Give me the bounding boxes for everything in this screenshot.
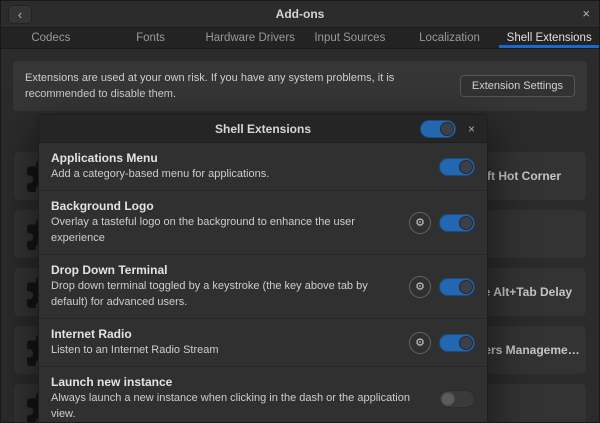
extension-name: Drop Down Terminal xyxy=(51,263,401,277)
warning-text: Extensions are used at your own risk. If… xyxy=(25,70,448,103)
extension-description: Overlay a tasteful logo on the backgroun… xyxy=(51,215,401,246)
row-text: Applications Menu Add a category-based m… xyxy=(51,151,431,182)
gear-icon: ⚙ xyxy=(415,337,425,349)
toggle-knob xyxy=(459,280,473,294)
extension-settings-button[interactable]: Extension Settings xyxy=(460,75,575,97)
toggle-knob xyxy=(459,216,473,230)
tab-label: Shell Extensions xyxy=(507,32,592,44)
tab-fonts[interactable]: Fonts xyxy=(101,28,201,48)
tab-shell-extensions[interactable]: Shell Extensions xyxy=(499,28,599,48)
gear-icon-button[interactable]: ⚙ xyxy=(409,332,431,354)
addons-window: ‹ Add-ons × Codecs Fonts Hardware Driver… xyxy=(0,0,600,423)
tab-hardware-drivers[interactable]: Hardware Drivers xyxy=(200,28,300,48)
extension-description: Drop down terminal toggled by a keystrok… xyxy=(51,279,401,310)
titlebar: ‹ Add-ons × xyxy=(1,1,599,28)
extension-row-launch-new-instance: Launch new instance Always launch a new … xyxy=(39,366,487,423)
extension-row-internet-radio: Internet Radio Listen to an Internet Rad… xyxy=(39,318,487,366)
gear-icon-button[interactable]: ⚙ xyxy=(409,276,431,298)
row-text: Internet Radio Listen to an Internet Rad… xyxy=(51,327,401,358)
row-toggle[interactable] xyxy=(439,278,475,296)
window-title: Add-ons xyxy=(276,7,325,21)
toggle-knob xyxy=(441,392,455,406)
dialog-master-toggle[interactable] xyxy=(420,120,456,138)
back-button[interactable]: ‹ xyxy=(8,5,32,24)
extension-description: Always launch a new instance when clicki… xyxy=(51,391,431,422)
extension-row-drop-down-terminal: Drop Down Terminal Drop down terminal to… xyxy=(39,254,487,318)
gear-icon-button[interactable]: ⚙ xyxy=(409,212,431,234)
extension-row-applications-menu: Applications Menu Add a category-based m… xyxy=(39,143,487,190)
extension-tile-name: ders Manageme… xyxy=(477,343,580,357)
extension-name: Background Logo xyxy=(51,199,401,213)
toggle-knob xyxy=(459,336,473,350)
row-toggle[interactable] xyxy=(439,158,475,176)
tab-codecs[interactable]: Codecs xyxy=(1,28,101,48)
extension-name: Applications Menu xyxy=(51,151,431,165)
row-toggle[interactable] xyxy=(439,334,475,352)
tab-localization[interactable]: Localization xyxy=(400,28,500,48)
extension-name: Internet Radio xyxy=(51,327,401,341)
row-toggle[interactable] xyxy=(439,390,475,408)
row-text: Launch new instance Always launch a new … xyxy=(51,375,431,422)
tab-label: Hardware Drivers xyxy=(205,32,294,44)
window-close-icon[interactable]: × xyxy=(582,7,590,21)
tab-label: Localization xyxy=(419,32,480,44)
tab-input-sources[interactable]: Input Sources xyxy=(300,28,400,48)
dialog-close-icon[interactable]: × xyxy=(468,123,475,135)
extensions-warning-banner: Extensions are used at your own risk. If… xyxy=(13,61,587,111)
toggle-knob xyxy=(459,160,473,174)
row-toggle[interactable] xyxy=(439,214,475,232)
back-chevron-icon: ‹ xyxy=(18,7,22,22)
extension-description: Listen to an Internet Radio Stream xyxy=(51,343,401,358)
gear-icon: ⚙ xyxy=(415,217,425,229)
extension-name: Launch new instance xyxy=(51,375,431,389)
gear-icon: ⚙ xyxy=(415,281,425,293)
tab-label: Codecs xyxy=(31,32,70,44)
extension-tile-name: ve Alt+Tab Delay xyxy=(477,285,572,299)
shell-extensions-dialog: Shell Extensions × Applications Menu Add… xyxy=(38,114,488,423)
row-text: Drop Down Terminal Drop down terminal to… xyxy=(51,263,401,310)
extension-description: Add a category-based menu for applicatio… xyxy=(51,167,431,182)
extension-row-background-logo: Background Logo Overlay a tasteful logo … xyxy=(39,190,487,254)
toggle-knob xyxy=(440,122,454,136)
row-text: Background Logo Overlay a tasteful logo … xyxy=(51,199,401,246)
tab-label: Input Sources xyxy=(314,32,385,44)
tab-bar: Codecs Fonts Hardware Drivers Input Sour… xyxy=(1,28,599,49)
extension-tile-name: left Hot Corner xyxy=(477,169,561,183)
dialog-header: Shell Extensions × xyxy=(39,115,487,143)
tab-label: Fonts xyxy=(136,32,165,44)
